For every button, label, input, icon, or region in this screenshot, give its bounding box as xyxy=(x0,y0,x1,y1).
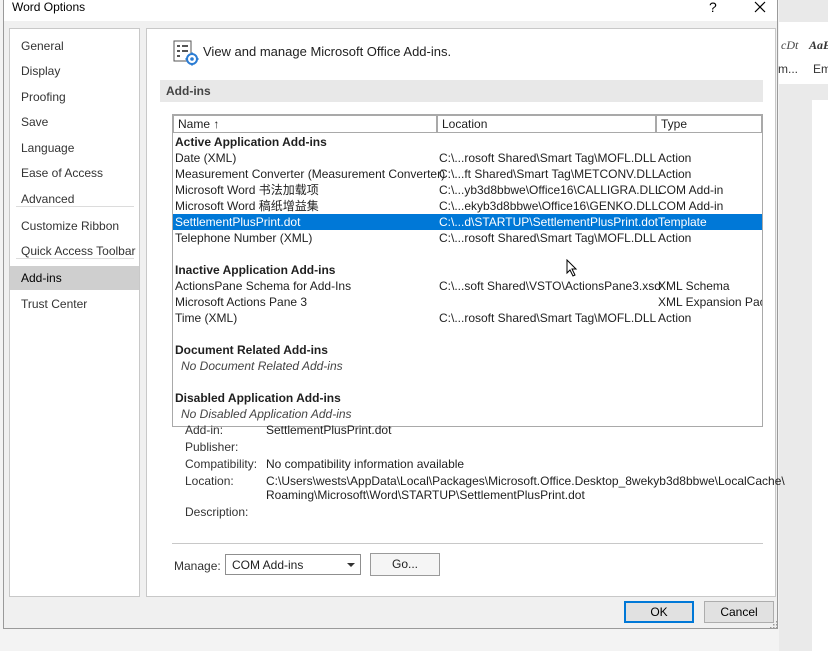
close-icon[interactable] xyxy=(750,0,770,17)
manage-dropdown-value: COM Add-ins xyxy=(232,558,304,572)
column-header-location[interactable]: Location xyxy=(437,115,656,133)
description-label: Description: xyxy=(185,505,249,519)
nav-item-customize-ribbon[interactable]: Customize Ribbon xyxy=(10,214,139,238)
table-row-selected[interactable]: SettlementPlusPrint.dot C:\...d\STARTUP\S… xyxy=(173,214,762,230)
nav-divider xyxy=(16,258,134,259)
options-navigation: General Display Proofing Save Language E… xyxy=(9,28,140,597)
go-button[interactable]: Go... xyxy=(370,553,440,576)
empty-group-note: No Document Related Add-ins xyxy=(181,359,343,373)
group-header: Inactive Application Add-ins xyxy=(175,263,336,277)
location-value-line2: Roaming\Microsoft\Word\STARTUP\Settlemen… xyxy=(266,488,585,502)
nav-item-ease-of-access[interactable]: Ease of Access xyxy=(10,161,139,185)
ribbon-style-preview[interactable]: AaE xyxy=(809,38,828,53)
ribbon-style-caption: Em xyxy=(813,62,828,76)
compatibility-value: No compatibility information available xyxy=(266,457,465,471)
nav-item-trust-center[interactable]: Trust Center xyxy=(10,292,139,316)
nav-item-proofing[interactable]: Proofing xyxy=(10,85,139,109)
nav-divider xyxy=(16,206,134,207)
group-header: Document Related Add-ins xyxy=(175,343,328,357)
compatibility-label: Compatibility: xyxy=(185,457,258,471)
ribbon-style-caption: m... xyxy=(778,62,798,76)
table-row[interactable]: Date (XML) C:\...rosoft Shared\Smart Tag\… xyxy=(173,150,762,166)
table-row[interactable]: Microsoft Word 书法加载项 C:\...yb3d8bbwe\Offi… xyxy=(173,182,762,198)
cancel-button[interactable]: Cancel xyxy=(704,601,774,623)
manage-label: Manage: xyxy=(174,559,221,573)
text-cursor-icon xyxy=(566,259,578,277)
nav-item-quick-access-toolbar[interactable]: Quick Access Toolbar xyxy=(10,239,139,263)
empty-group-note: No Disabled Application Add-ins xyxy=(181,407,352,421)
document-page[interactable] xyxy=(812,100,828,651)
section-header: Add-ins xyxy=(160,80,763,102)
word-options-dialog: Word Options ? General Display Proofing … xyxy=(3,0,785,629)
section-title: Add-ins xyxy=(166,84,211,98)
manage-dropdown[interactable]: COM Add-ins xyxy=(225,554,361,575)
dialog-title: Word Options xyxy=(12,0,86,14)
table-row[interactable]: Time (XML) C:\...rosoft Shared\Smart Tag\… xyxy=(173,310,762,326)
ribbon-style-preview[interactable]: cDt xyxy=(781,38,798,53)
table-row[interactable]: Microsoft Word 稿纸增益集 C:\...ekyb3d8bbwe\Of… xyxy=(173,198,762,214)
add-ins-list[interactable]: Name ↑ Location Type Active Application … xyxy=(172,114,763,427)
addin-value: SettlementPlusPrint.dot xyxy=(266,423,392,437)
table-row[interactable]: Microsoft Actions Pane 3 XML Expansion Pa… xyxy=(173,294,762,310)
resize-grip-icon[interactable] xyxy=(770,621,778,629)
column-header-name[interactable]: Name ↑ xyxy=(173,115,437,133)
addin-label: Add-in: xyxy=(185,423,224,437)
group-header: Disabled Application Add-ins xyxy=(175,391,341,405)
add-ins-panel: View and manage Microsoft Office Add-ins… xyxy=(146,28,785,597)
help-button[interactable]: ? xyxy=(709,0,717,15)
location-label: Location: xyxy=(185,474,234,488)
table-row[interactable]: ActionsPane Schema for Add-Ins C:\...soft… xyxy=(173,278,762,294)
table-row[interactable]: Measurement Converter (Measurement Conve… xyxy=(173,166,762,182)
table-row[interactable]: Telephone Number (XML) C:\...rosoft Share… xyxy=(173,230,762,246)
column-header-type[interactable]: Type xyxy=(656,115,762,133)
nav-item-advanced[interactable]: Advanced xyxy=(10,187,139,211)
title-bar[interactable]: Word Options ? xyxy=(4,0,777,21)
group-header: Active Application Add-ins xyxy=(175,135,327,149)
add-ins-gear-icon xyxy=(173,40,199,66)
divider xyxy=(172,543,763,544)
panel-heading: View and manage Microsoft Office Add-ins… xyxy=(203,44,452,59)
publisher-label: Publisher: xyxy=(185,440,239,454)
nav-item-display[interactable]: Display xyxy=(10,59,139,83)
ok-button[interactable]: OK xyxy=(624,601,694,623)
nav-item-general[interactable]: General xyxy=(10,34,139,58)
nav-item-save[interactable]: Save xyxy=(10,110,139,134)
nav-item-language[interactable]: Language xyxy=(10,136,139,160)
nav-item-add-ins[interactable]: Add-ins xyxy=(10,266,139,290)
chevron-down-icon xyxy=(347,563,355,567)
location-value-line1: C:\Users\wests\AppData\Local\Packages\Mi… xyxy=(266,474,785,488)
